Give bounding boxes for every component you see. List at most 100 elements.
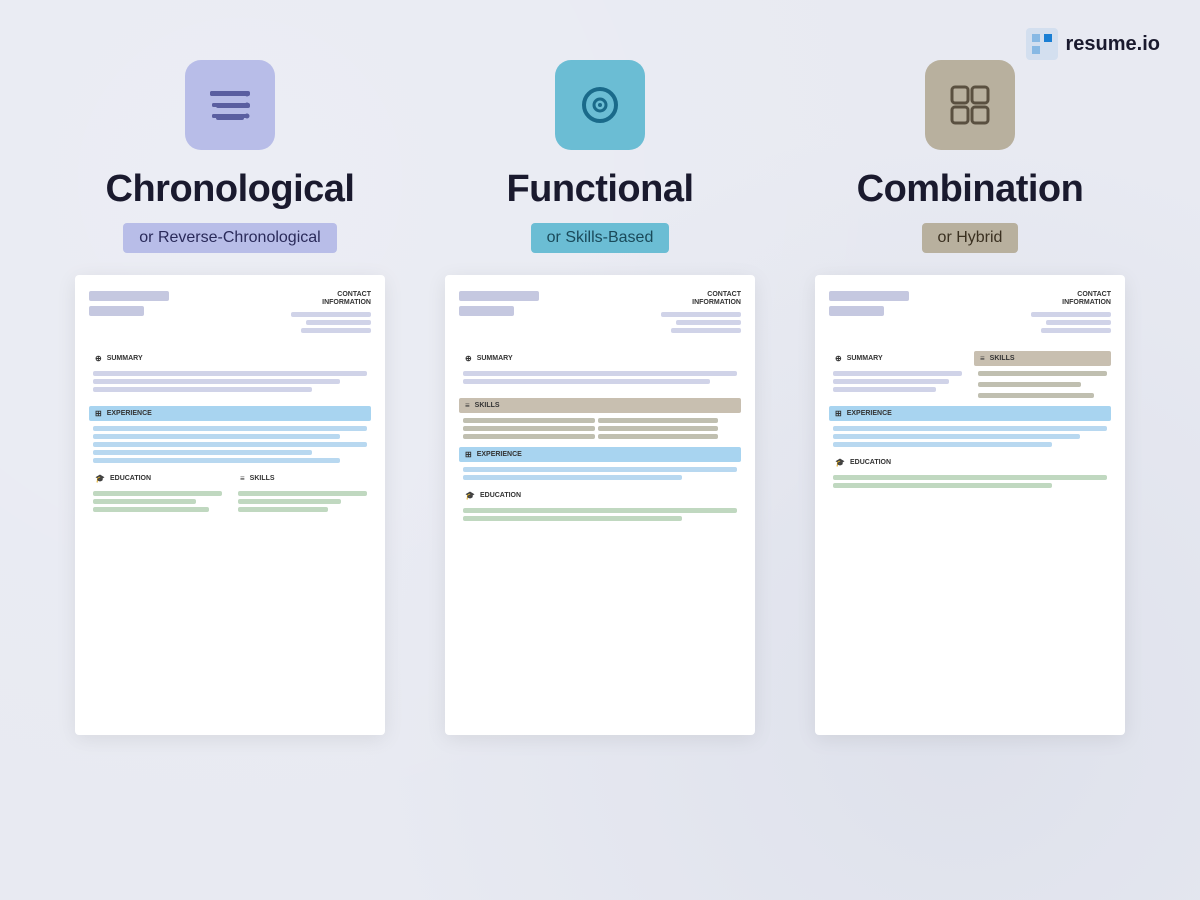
- combo-experience-section: ⊞ EXPERIENCE: [829, 406, 1111, 447]
- combo-education-icon: 🎓: [835, 458, 845, 467]
- func-contact-line1: [661, 312, 741, 317]
- chron-education-lines: [89, 491, 226, 512]
- func-contact: CONTACTINFORMATION: [661, 291, 741, 333]
- column-chronological: Chronological or Reverse-Chronological C…: [60, 60, 400, 735]
- chron-summary-icon: ⊕: [95, 354, 102, 363]
- combo-experience-label: EXPERIENCE: [847, 410, 892, 417]
- chron-experience-label: EXPERIENCE: [107, 410, 152, 417]
- combo-summary-header: ⊕ SUMMARY: [829, 351, 966, 366]
- chron-skills-label: SKILLS: [250, 475, 275, 482]
- combo-experience-icon: ⊞: [835, 409, 842, 418]
- chronological-icon: [185, 60, 275, 150]
- func-name-bar: [459, 291, 539, 301]
- combo-skills-col: ≡ SKILLS: [974, 351, 1111, 398]
- combo-summary-lines: [829, 371, 966, 392]
- func-summary-label: SUMMARY: [477, 355, 513, 362]
- func-contact-lines: [661, 312, 741, 333]
- func-title-bar: [459, 306, 514, 316]
- combo-skills-lines: [974, 371, 1111, 398]
- chron-contact-line3: [301, 328, 371, 333]
- combination-subtitle: or Hybrid: [922, 223, 1019, 253]
- func-contact-title: CONTACTINFORMATION: [692, 291, 741, 308]
- func-contact-line2: [676, 320, 741, 325]
- chronological-subtitle: or Reverse-Chronological: [123, 223, 336, 253]
- func-education-label: EDUCATION: [480, 492, 521, 499]
- combo-experience-lines: [829, 426, 1111, 447]
- func-education-icon: 🎓: [465, 491, 475, 500]
- combo-title-bar: [829, 306, 884, 316]
- combo-skills-icon: ≡: [980, 354, 985, 363]
- functional-subtitle: or Skills-Based: [531, 223, 670, 253]
- functional-title: Functional: [506, 168, 693, 211]
- combo-contact-line1: [1031, 312, 1111, 317]
- chron-name-bar: [89, 291, 169, 301]
- combo-contact: CONTACTINFORMATION: [1031, 291, 1111, 333]
- combo-name-bar: [829, 291, 909, 301]
- chron-education-icon: 🎓: [95, 474, 105, 483]
- combo-skills-label: SKILLS: [990, 355, 1015, 362]
- resume-io-logo-icon: [1026, 28, 1058, 60]
- chron-header: CONTACTINFORMATION: [89, 291, 371, 333]
- func-education-section: 🎓 EDUCATION: [459, 488, 741, 521]
- func-summary-header: ⊕ SUMMARY: [459, 351, 741, 366]
- chron-skills-col: ≡ SKILLS: [234, 471, 371, 512]
- combo-contact-line3: [1041, 328, 1111, 333]
- chron-contact: CONTACTINFORMATION: [291, 291, 371, 333]
- combo-education-section: 🎓 EDUCATION: [829, 455, 1111, 488]
- columns-container: Chronological or Reverse-Chronological C…: [0, 0, 1200, 775]
- chron-summary-header: ⊕ SUMMARY: [89, 351, 371, 366]
- func-experience-label: EXPERIENCE: [477, 451, 522, 458]
- func-skills-section: ≡ SKILLS: [459, 398, 741, 439]
- combo-education-label: EDUCATION: [850, 459, 891, 466]
- combo-contact-line2: [1046, 320, 1111, 325]
- chron-skills-header: ≡ SKILLS: [234, 471, 371, 486]
- func-skills-icon: ≡: [465, 401, 470, 410]
- column-combination: Combination or Hybrid CONTACTINFORMATION: [800, 60, 1140, 735]
- chron-contact-lines: [291, 312, 371, 333]
- logo-text: resume.io: [1066, 33, 1160, 56]
- combo-top-twocol: ⊕ SUMMARY ≡ SKILLS: [829, 351, 1111, 398]
- page-wrapper: resume.io Chronologi: [0, 0, 1200, 900]
- combo-summary-col: ⊕ SUMMARY: [829, 351, 966, 398]
- chronological-resume-card: CONTACTINFORMATION ⊕ SUMMARY: [75, 275, 385, 735]
- func-skills-header: ≡ SKILLS: [459, 398, 741, 413]
- func-experience-lines: [459, 467, 741, 480]
- chron-education-header: 🎓 EDUCATION: [89, 471, 226, 486]
- combination-icon: [925, 60, 1015, 150]
- functional-resume-card: CONTACTINFORMATION ⊕ SUMMARY: [445, 275, 755, 735]
- func-experience-section: ⊞ EXPERIENCE: [459, 447, 741, 480]
- func-header-left: [459, 291, 539, 333]
- combo-skills-header: ≡ SKILLS: [974, 351, 1111, 366]
- combo-contact-title: CONTACTINFORMATION: [1062, 291, 1111, 308]
- combo-header: CONTACTINFORMATION: [829, 291, 1111, 333]
- chron-contact-title: CONTACTINFORMATION: [322, 291, 371, 308]
- chron-skills-lines: [234, 491, 371, 512]
- chron-bottom-twocol: 🎓 EDUCATION ≡ SKILLS: [89, 471, 371, 512]
- combo-education-header: 🎓 EDUCATION: [829, 455, 1111, 470]
- combination-resume-card: CONTACTINFORMATION ⊕ SUMMARY: [815, 275, 1125, 735]
- chron-education-label: EDUCATION: [110, 475, 151, 482]
- func-contact-line3: [671, 328, 741, 333]
- func-skills-grid: [459, 418, 741, 439]
- func-experience-header: ⊞ EXPERIENCE: [459, 447, 741, 462]
- chron-education-col: 🎓 EDUCATION: [89, 471, 226, 512]
- chron-summary-label: SUMMARY: [107, 355, 143, 362]
- func-education-lines: [459, 508, 741, 521]
- combo-summary-icon: ⊕: [835, 354, 842, 363]
- chron-experience-icon: ⊞: [95, 409, 102, 418]
- func-skills-label: SKILLS: [475, 402, 500, 409]
- func-header: CONTACTINFORMATION: [459, 291, 741, 333]
- chron-contact-line1: [291, 312, 371, 317]
- column-functional: Functional or Skills-Based CONTACTINFORM…: [430, 60, 770, 735]
- chron-experience-lines: [89, 426, 371, 463]
- chron-title-bar: [89, 306, 144, 316]
- chron-contact-line2: [306, 320, 371, 325]
- logo: resume.io: [1026, 28, 1160, 60]
- func-education-header: 🎓 EDUCATION: [459, 488, 741, 503]
- combo-education-lines: [829, 475, 1111, 488]
- func-summary-icon: ⊕: [465, 354, 472, 363]
- func-experience-icon: ⊞: [465, 450, 472, 459]
- combo-contact-lines: [1031, 312, 1111, 333]
- chronological-title: Chronological: [106, 168, 355, 211]
- combination-title: Combination: [857, 168, 1084, 211]
